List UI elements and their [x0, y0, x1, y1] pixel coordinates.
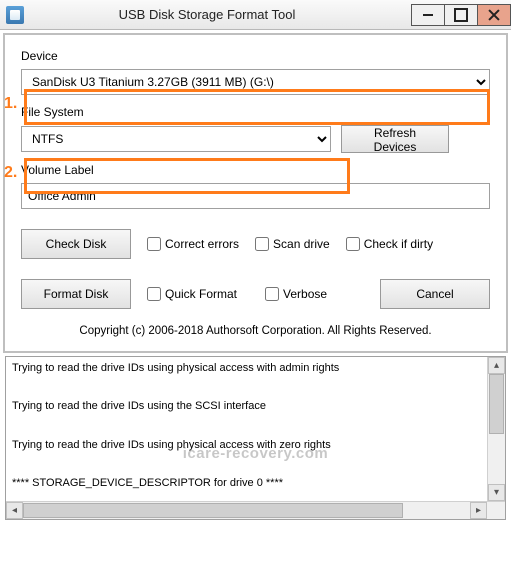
minimize-button[interactable]	[411, 4, 445, 26]
volume-label-label: Volume Label	[21, 163, 490, 177]
correct-errors-checkbox[interactable]: Correct errors	[147, 237, 239, 251]
log-line: **** STORAGE_DEVICE_DESCRIPTOR for drive…	[12, 476, 499, 490]
quick-format-checkbox[interactable]: Quick Format	[147, 287, 237, 301]
hscroll-track[interactable]	[23, 502, 470, 519]
correct-errors-label: Correct errors	[165, 237, 239, 251]
log-line: Trying to read the drive IDs using the S…	[12, 399, 499, 413]
copyright-text: Copyright (c) 2006-2018 Authorsoft Corpo…	[21, 325, 490, 337]
check-if-dirty-label: Check if dirty	[364, 237, 433, 251]
check-if-dirty-checkbox[interactable]: Check if dirty	[346, 237, 433, 251]
scan-drive-checkbox[interactable]: Scan drive	[255, 237, 330, 251]
hscroll-thumb[interactable]	[23, 503, 403, 518]
window-controls	[412, 4, 511, 26]
maximize-button[interactable]	[444, 4, 478, 26]
cancel-button[interactable]: Cancel	[380, 279, 490, 309]
verbose-input[interactable]	[265, 287, 279, 301]
scroll-left-icon[interactable]: ◂	[6, 502, 23, 519]
quick-format-input[interactable]	[147, 287, 161, 301]
file-system-label: File System	[21, 105, 490, 119]
check-row: Check Disk Correct errors Scan drive Che…	[21, 229, 490, 259]
check-disk-button[interactable]: Check Disk	[21, 229, 131, 259]
horizontal-scrollbar[interactable]: ◂ ▸	[6, 501, 505, 519]
verbose-checkbox[interactable]: Verbose	[265, 287, 327, 301]
log-textarea[interactable]: Trying to read the drive IDs using physi…	[6, 357, 505, 501]
log-panel: Trying to read the drive IDs using physi…	[5, 356, 506, 520]
log-line: Trying to read the drive IDs using physi…	[12, 361, 499, 375]
title-bar: USB Disk Storage Format Tool	[0, 0, 511, 30]
refresh-devices-button[interactable]: Refresh Devices	[341, 125, 449, 153]
scan-drive-label: Scan drive	[273, 237, 330, 251]
scroll-up-icon[interactable]: ▴	[488, 357, 505, 374]
file-system-select[interactable]: NTFS	[21, 126, 331, 152]
verbose-label: Verbose	[283, 287, 327, 301]
device-label: Device	[21, 49, 490, 63]
app-icon	[6, 6, 24, 24]
main-panel: Device SanDisk U3 Titanium 3.27GB (3911 …	[3, 33, 508, 353]
quick-format-label: Quick Format	[165, 287, 237, 301]
scroll-down-icon[interactable]: ▾	[488, 484, 505, 501]
volume-label-input[interactable]	[21, 183, 490, 209]
vertical-scrollbar[interactable]: ▴ ▾	[487, 357, 505, 501]
scan-drive-input[interactable]	[255, 237, 269, 251]
correct-errors-input[interactable]	[147, 237, 161, 251]
window-title: USB Disk Storage Format Tool	[32, 7, 412, 22]
log-line: Trying to read the drive IDs using physi…	[12, 438, 499, 452]
close-button[interactable]	[477, 4, 511, 26]
check-if-dirty-input[interactable]	[346, 237, 360, 251]
scroll-corner	[487, 502, 505, 519]
format-disk-button[interactable]: Format Disk	[21, 279, 131, 309]
scroll-track[interactable]	[488, 374, 505, 484]
scroll-right-icon[interactable]: ▸	[470, 502, 487, 519]
device-select[interactable]: SanDisk U3 Titanium 3.27GB (3911 MB) (G:…	[21, 69, 490, 95]
format-row: Format Disk Quick Format Verbose Cancel	[21, 279, 490, 309]
scroll-thumb[interactable]	[489, 374, 504, 434]
